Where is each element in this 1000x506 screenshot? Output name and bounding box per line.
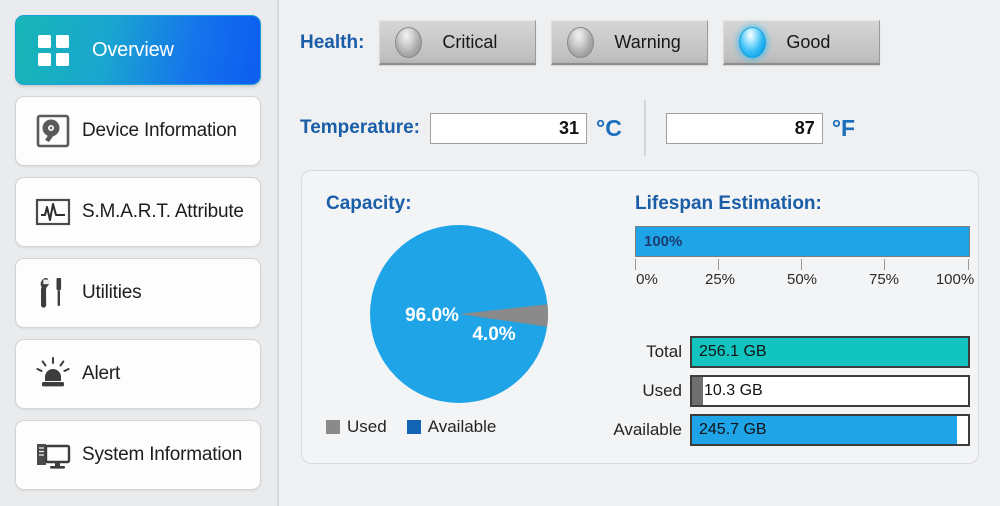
capacity-row-label: Used [642,381,682,400]
wrench-screwdriver-icon [30,270,76,316]
capacity-row-label: Available [613,420,682,439]
temperature-celsius-field[interactable]: 31 [430,112,588,144]
tick-label: 0% [636,271,658,288]
legend-label-available: Available [427,417,497,436]
pie-label-available: 96.0% [405,305,459,326]
sidebar-item-label: System Information [82,444,243,465]
tick-label: 50% [786,271,818,288]
led-critical-icon [395,26,423,58]
sidebar-item-overview[interactable]: Overview [15,15,261,85]
pie-label-used: 4.0% [472,324,515,345]
lifespan-tick-labels: 0% 25% 50% 75% 100% [635,271,974,291]
capacity-bar-available: 245.7 GB [690,414,970,446]
temperature-label: Temperature: [300,117,421,138]
main-content: Health: Critical Warning Good Temperatur… [279,0,1000,506]
siren-icon [30,351,76,397]
legend-swatch-used [326,420,340,434]
led-warning-icon [567,26,595,58]
pie-svg: 96.0% 4.0% [370,225,548,403]
capacity-value-available: 245.7 GB [699,421,767,438]
temperature-row: Temperature: 31 °C 87 °F [300,100,855,156]
sidebar-item-alert[interactable]: Alert [15,339,261,409]
sidebar-item-device-information[interactable]: Device Information [15,96,261,166]
tick-label: 75% [868,271,900,288]
sidebar-item-smart-attribute[interactable]: S.M.A.R.T. Attribute [15,177,261,247]
health-button-label: Critical [442,31,498,52]
capacity-bar-used: 10.3 GB [690,375,970,407]
lifespan-progress-fill: 100% [636,227,969,256]
sidebar-item-label: Utilities [82,282,142,303]
capacity-row-label: Total [646,342,682,361]
waveform-monitor-icon [30,189,76,235]
capacity-bar-total: 256.1 GB [690,336,970,368]
lifespan-tick-marks [635,259,970,271]
fahrenheit-unit-label: °F [831,114,856,141]
lifespan-progress-bar: 100% [635,226,970,257]
led-good-icon [739,26,767,58]
sidebar-item-utilities[interactable]: Utilities [15,258,261,328]
capacity-value-used: 10.3 GB [704,382,763,399]
capacity-pie-chart: 96.0% 4.0% [368,223,550,405]
grid-icon [30,27,76,73]
sidebar-item-label: Alert [82,363,121,384]
health-button-warning[interactable]: Warning [551,20,709,65]
lifespan-title: Lifespan Estimation: [635,193,822,214]
desktop-computer-icon [30,432,76,478]
capacity-panel: Capacity: Lifespan Estimation: 96.0% 4.0… [301,170,979,464]
capacity-row-used: Used 10.3 GB [602,375,970,407]
health-button-label: Good [786,31,831,52]
tick-label: 100% [935,271,975,288]
temperature-divider [643,100,646,156]
capacity-title: Capacity: [326,193,412,214]
capacity-row-total: Total 256.1 GB [602,336,970,368]
health-button-critical[interactable]: Critical [379,20,537,65]
sidebar: Overview Device Information S.M.A.R.T. A… [0,0,277,506]
tick-label: 25% [704,271,736,288]
health-button-label: Warning [614,31,681,52]
hard-drive-icon [30,108,76,154]
capacity-fill-used [692,377,704,405]
celsius-unit-label: °C [596,114,622,141]
sidebar-item-label: S.M.A.R.T. Attribute [82,201,244,222]
legend-label-used: Used [347,417,387,436]
capacity-value-total: 256.1 GB [699,343,767,360]
sidebar-item-label: Device Information [82,120,237,141]
health-button-good[interactable]: Good [723,20,881,65]
health-row: Health: Critical Warning Good [300,20,881,65]
capacity-legend: Used Available [326,417,516,437]
temperature-fahrenheit-field[interactable]: 87 [665,112,823,144]
health-label: Health: [300,31,365,53]
capacity-row-available: Available 245.7 GB [602,414,970,446]
legend-swatch-available [406,420,421,434]
sidebar-item-label: Overview [92,38,174,61]
lifespan-value-label: 100% [644,233,683,250]
sidebar-item-system-information[interactable]: System Information [15,420,261,490]
